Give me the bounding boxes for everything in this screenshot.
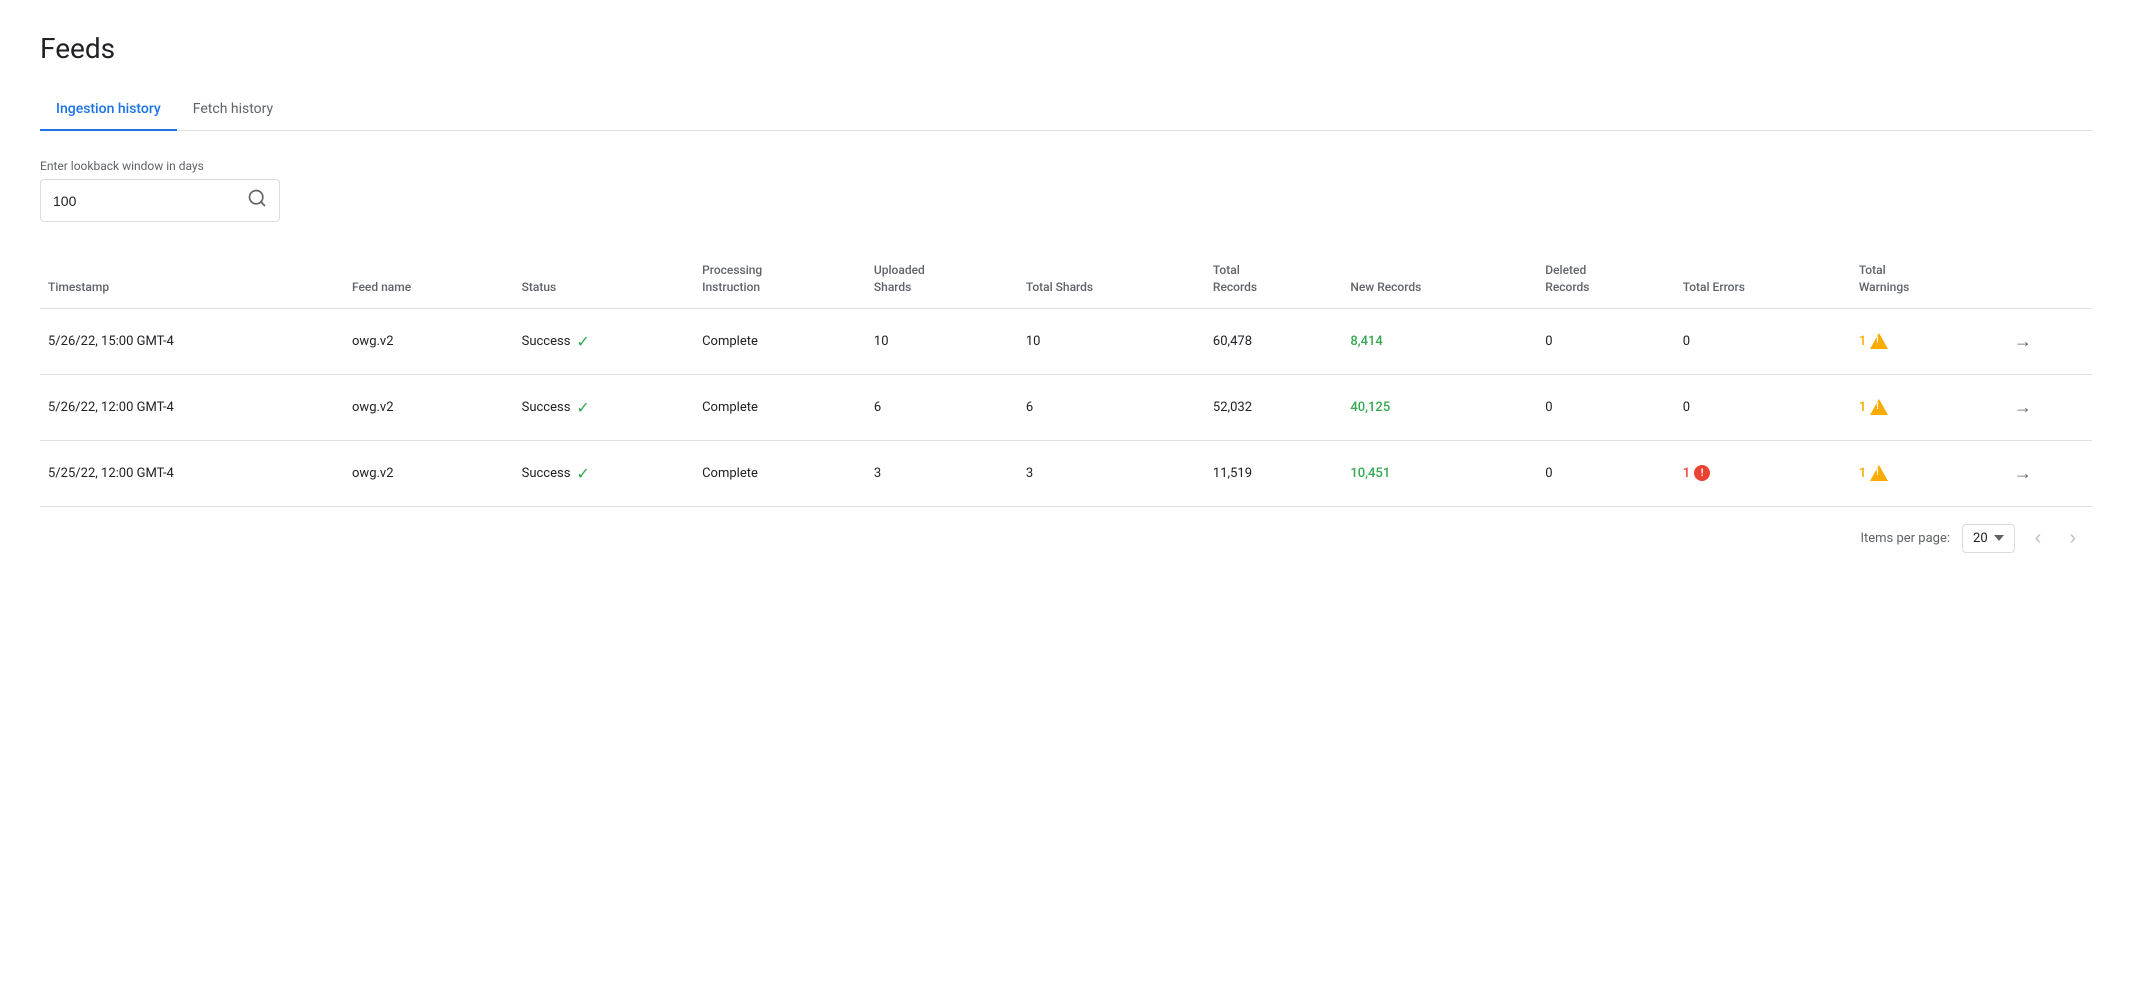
col-header-total-records: TotalRecords [1205,254,1342,308]
row-detail-button[interactable]: → [2010,327,2036,356]
col-header-total-errors: Total Errors [1675,254,1851,308]
col-header-uploaded-shards: UploadedShards [866,254,1018,308]
search-box [40,179,280,222]
cell-total-records: 52,032 [1205,374,1342,440]
col-header-total-shards: Total Shards [1018,254,1205,308]
cell-total-shards: 6 [1018,374,1205,440]
status-text: Success [522,466,571,481]
cell-feed-name: owg.v2 [344,308,514,374]
warning-count: 1 [1859,334,1866,349]
cell-total-shards: 3 [1018,440,1205,506]
cell-total-warnings: 1 ! [1851,440,2002,506]
warning-count: 1 [1859,466,1866,481]
cell-status: Success ✓ [514,308,695,374]
cell-total-warnings: 1 ! [1851,308,2002,374]
chevron-down-icon [1994,535,2004,541]
cell-total-errors: 0 [1675,308,1851,374]
col-header-processing-instruction: ProcessingInstruction [694,254,866,308]
col-header-total-warnings: TotalWarnings [1851,254,2002,308]
col-header-action [2002,254,2092,308]
cell-total-warnings: 1 ! [1851,374,2002,440]
col-header-deleted-records: DeletedRecords [1537,254,1674,308]
prev-page-button[interactable]: ‹ [2027,523,2050,554]
cell-deleted-records: 0 [1537,308,1674,374]
cell-total-records: 11,519 [1205,440,1342,506]
cell-timestamp: 5/25/22, 12:00 GMT-4 [40,440,344,506]
table-row: 5/25/22, 12:00 GMT-4owg.v2 Success ✓ Comple… [40,440,2092,506]
ingestion-table: Timestamp Feed name Status ProcessingIns… [40,254,2092,507]
col-header-status: Status [514,254,695,308]
search-icon[interactable] [247,188,267,213]
col-header-timestamp: Timestamp [40,254,344,308]
cell-timestamp: 5/26/22, 15:00 GMT-4 [40,308,344,374]
cell-total-errors: 1 ! [1675,440,1851,506]
error-count: 1 [1683,466,1690,481]
search-section: Enter lookback window in days [40,159,2092,222]
new-records-value: 8,414 [1350,334,1382,349]
next-page-button[interactable]: › [2061,523,2084,554]
cell-new-records: 10,451 [1342,440,1537,506]
warning-icon: ! [1870,465,1888,481]
table-row: 5/26/22, 15:00 GMT-4owg.v2 Success ✓ Comple… [40,308,2092,374]
cell-action: → [2002,374,2092,440]
page-title: Feeds [40,32,2092,65]
cell-new-records: 8,414 [1342,308,1537,374]
cell-status: Success ✓ [514,374,695,440]
warning-count: 1 [1859,400,1866,415]
items-per-page-label: Items per page: [1860,531,1950,546]
search-label: Enter lookback window in days [40,159,2092,173]
cell-total-records: 60,478 [1205,308,1342,374]
table-row: 5/26/22, 12:00 GMT-4owg.v2 Success ✓ Comple… [40,374,2092,440]
cell-timestamp: 5/26/22, 12:00 GMT-4 [40,374,344,440]
cell-uploaded-shards: 6 [866,374,1018,440]
check-icon: ✓ [576,398,589,417]
cell-processing-instruction: Complete [694,440,866,506]
warning-icon: ! [1870,399,1888,415]
items-per-page-value: 20 [1973,531,1988,546]
main-page: Feeds Ingestion history Fetch history En… [0,0,2132,602]
col-header-new-records: New Records [1342,254,1537,308]
cell-feed-name: owg.v2 [344,440,514,506]
cell-total-shards: 10 [1018,308,1205,374]
status-text: Success [522,334,571,349]
row-detail-button[interactable]: → [2010,393,2036,422]
check-icon: ✓ [576,332,589,351]
cell-processing-instruction: Complete [694,374,866,440]
cell-action: → [2002,308,2092,374]
table-header-row: Timestamp Feed name Status ProcessingIns… [40,254,2092,308]
cell-status: Success ✓ [514,440,695,506]
cell-total-errors: 0 [1675,374,1851,440]
warning-icon: ! [1870,333,1888,349]
search-input[interactable] [53,193,247,209]
cell-uploaded-shards: 10 [866,308,1018,374]
error-icon: ! [1694,465,1710,481]
col-header-feed-name: Feed name [344,254,514,308]
cell-feed-name: owg.v2 [344,374,514,440]
check-icon: ✓ [576,464,589,483]
new-records-value: 10,451 [1350,466,1390,481]
pagination: Items per page: 20 ‹ › [40,507,2092,570]
cell-new-records: 40,125 [1342,374,1537,440]
cell-processing-instruction: Complete [694,308,866,374]
row-detail-button[interactable]: → [2010,459,2036,488]
cell-action: → [2002,440,2092,506]
items-per-page-select[interactable]: 20 [1962,524,2015,553]
status-text: Success [522,400,571,415]
new-records-value: 40,125 [1350,400,1390,415]
cell-deleted-records: 0 [1537,440,1674,506]
tab-fetch-history[interactable]: Fetch history [177,89,289,131]
cell-deleted-records: 0 [1537,374,1674,440]
cell-uploaded-shards: 3 [866,440,1018,506]
tabs-container: Ingestion history Fetch history [40,89,2092,131]
tab-ingestion-history[interactable]: Ingestion history [40,89,177,131]
